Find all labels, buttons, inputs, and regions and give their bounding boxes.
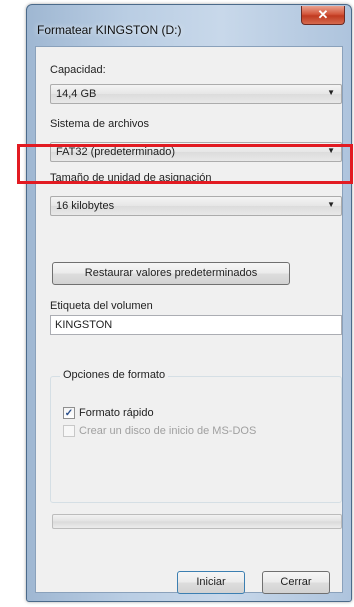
title-bar[interactable]: Formatear KINGSTON (D:) ✕: [27, 5, 351, 45]
quick-format-checkbox[interactable]: ✓: [63, 407, 75, 419]
chevron-down-icon: ▼: [327, 88, 335, 97]
msdos-boot-disk-checkbox: [63, 425, 75, 437]
format-dialog: Formatear KINGSTON (D:) ✕ Capacidad: 14,…: [26, 4, 352, 602]
filesystem-highlight-box: [17, 144, 353, 184]
checkmark-icon: ✓: [64, 408, 74, 419]
start-button[interactable]: Iniciar: [177, 571, 245, 594]
close-window-button[interactable]: ✕: [301, 6, 345, 25]
volume-label: Etiqueta del volumen: [50, 300, 153, 312]
close-button[interactable]: Cerrar: [262, 571, 330, 594]
window-title: Formatear KINGSTON (D:): [37, 23, 182, 37]
format-options-group: Opciones de formato ✓ Formato rápido Cre…: [50, 369, 342, 503]
filesystem-label: Sistema de archivos: [50, 118, 150, 130]
allocation-dropdown[interactable]: 16 kilobytes ▼: [50, 196, 342, 216]
msdos-boot-disk-label: Crear un disco de inicio de MS-DOS: [79, 425, 257, 437]
dialog-body: Capacidad: 14,4 GB ▼ Sistema de archivos…: [35, 46, 343, 594]
quick-format-label: Formato rápido: [79, 407, 154, 419]
format-options-title: Opciones de formato: [60, 369, 169, 381]
capacity-label: Capacidad:: [50, 64, 106, 76]
restore-defaults-button[interactable]: Restaurar valores predeterminados: [52, 262, 290, 285]
format-progress-bar: [52, 514, 342, 529]
volume-label-input[interactable]: [50, 315, 342, 335]
capacity-value: 14,4 GB: [56, 88, 97, 100]
capacity-dropdown[interactable]: 14,4 GB ▼: [50, 84, 342, 104]
allocation-value: 16 kilobytes: [56, 200, 115, 212]
chevron-down-icon: ▼: [327, 200, 335, 209]
